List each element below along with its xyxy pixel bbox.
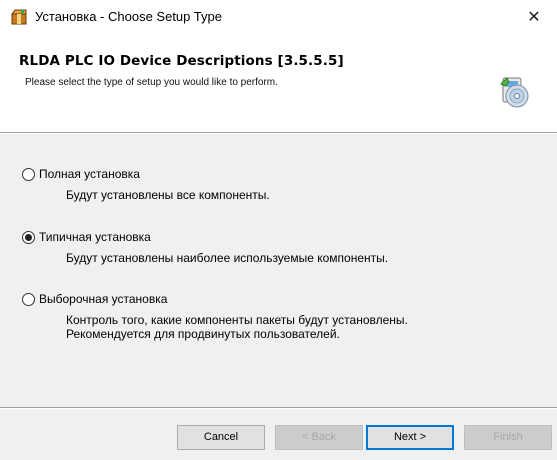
header-divider [0, 132, 557, 134]
radio-full-install[interactable] [22, 167, 35, 181]
radio-selected-dot [25, 233, 32, 241]
option-description-line: Рекомендуется для продвинутых пользовате… [66, 327, 340, 341]
next-button[interactable]: Next > [366, 425, 454, 450]
option-typical-install[interactable]: Типичная установка Будут установлены наи… [22, 229, 388, 265]
finish-button[interactable]: Finish [464, 425, 552, 450]
footer-divider [0, 407, 557, 409]
cancel-button[interactable]: Cancel [177, 425, 265, 450]
option-label: Выборочная установка [39, 292, 168, 306]
close-icon: ✕ [527, 9, 541, 26]
back-button[interactable]: < Back [275, 425, 363, 450]
title-bar: Установка - Choose Setup Type ✕ [0, 0, 557, 34]
page-subheading: Please select the type of setup you woul… [25, 77, 278, 88]
option-description: Контроль того, какие компоненты пакеты б… [66, 313, 408, 341]
option-description-line: Контроль того, какие компоненты пакеты б… [66, 313, 408, 327]
radio-typical-install[interactable] [22, 230, 35, 244]
installer-package-icon [11, 9, 27, 25]
option-label: Типичная установка [39, 230, 151, 244]
option-label: Полная установка [39, 167, 140, 181]
wizard-header: RLDA PLC IO Device Descriptions [3.5.5.5… [0, 34, 557, 132]
window-title: Установка - Choose Setup Type [35, 9, 222, 24]
radio-custom-install[interactable] [22, 292, 35, 306]
page-heading: RLDA PLC IO Device Descriptions [3.5.5.5… [19, 53, 344, 69]
option-custom-install[interactable]: Выборочная установка Контроль того, каки… [22, 291, 408, 341]
option-description: Будут установлены все компоненты. [66, 188, 270, 202]
option-full-install[interactable]: Полная установка Будут установлены все к… [22, 166, 270, 202]
option-description: Будут установлены наиболее используемые … [66, 251, 389, 265]
setup-disc-icon [497, 74, 533, 110]
close-button[interactable]: ✕ [511, 0, 557, 34]
